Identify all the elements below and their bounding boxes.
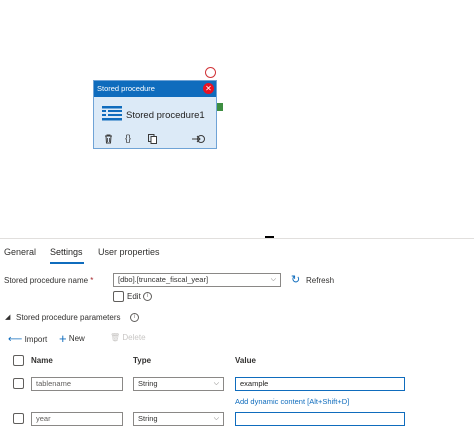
chevron-down-icon: ⌵ [213, 380, 219, 387]
column-value: Value [235, 356, 256, 365]
row-checkbox[interactable] [13, 413, 24, 424]
collapse-triangle-icon[interactable]: ◢ [5, 313, 10, 321]
active-tab-indicator [50, 262, 84, 264]
param-type-select[interactable]: String ⌵ [133, 412, 224, 426]
tab-settings[interactable]: Settings [50, 247, 83, 261]
activity-type-label: Stored procedure [97, 84, 155, 93]
param-name-input[interactable]: tablename [31, 377, 123, 391]
param-name-input[interactable]: year [31, 412, 123, 426]
add-icon: + [59, 331, 67, 346]
chevron-down-icon: ⌵ [213, 415, 219, 422]
stored-procedure-activity[interactable]: Stored procedure ✕ Stored procedure1 {} [93, 80, 217, 149]
success-output-handle[interactable] [217, 103, 223, 111]
chevron-down-icon: ⌵ [270, 276, 276, 283]
proc-name-label: Stored procedure name * [4, 276, 94, 285]
params-section-label: Stored procedure parameters [16, 313, 121, 322]
column-type: Type [133, 356, 152, 365]
edit-checkbox[interactable] [113, 291, 124, 302]
refresh-label: Refresh [306, 276, 335, 285]
info-icon: i [143, 292, 152, 301]
add-dynamic-content-link[interactable]: Add dynamic content [Alt+Shift+D] [235, 397, 349, 406]
delete-icon[interactable] [104, 134, 113, 146]
select-all-checkbox[interactable] [13, 355, 24, 366]
params-info-icon: i [130, 313, 139, 322]
param-value-input[interactable]: example [235, 377, 405, 391]
import-button[interactable]: ⟵ Import [8, 334, 47, 345]
delete-button[interactable]: 🗑 Delete [110, 333, 146, 342]
add-output-icon[interactable] [192, 134, 205, 146]
new-button[interactable]: + New [59, 331, 85, 346]
import-icon: ⟵ [8, 334, 23, 345]
activity-status-indicator [205, 67, 216, 78]
activity-header: Stored procedure ✕ [94, 81, 216, 97]
refresh-icon: ↻ [291, 274, 301, 286]
tab-user-properties[interactable]: User properties [98, 247, 160, 261]
tab-general[interactable]: General [4, 247, 36, 261]
required-marker: * [90, 276, 94, 285]
copy-icon[interactable] [148, 134, 157, 146]
trash-icon: 🗑 [110, 333, 121, 342]
param-type-select[interactable]: String ⌵ [133, 377, 224, 391]
panel-divider [0, 238, 474, 239]
edit-label: Edit [127, 292, 141, 301]
row-checkbox[interactable] [13, 378, 24, 389]
param-value-input[interactable] [235, 412, 405, 426]
code-icon[interactable]: {} [125, 133, 131, 143]
activity-name: Stored procedure1 [126, 110, 205, 121]
column-name: Name [31, 356, 53, 365]
proc-name-select[interactable]: [dbo].[truncate_fiscal_year] ⌵ [113, 273, 281, 287]
stored-procedure-icon [102, 106, 122, 126]
close-icon[interactable]: ✕ [203, 83, 214, 94]
